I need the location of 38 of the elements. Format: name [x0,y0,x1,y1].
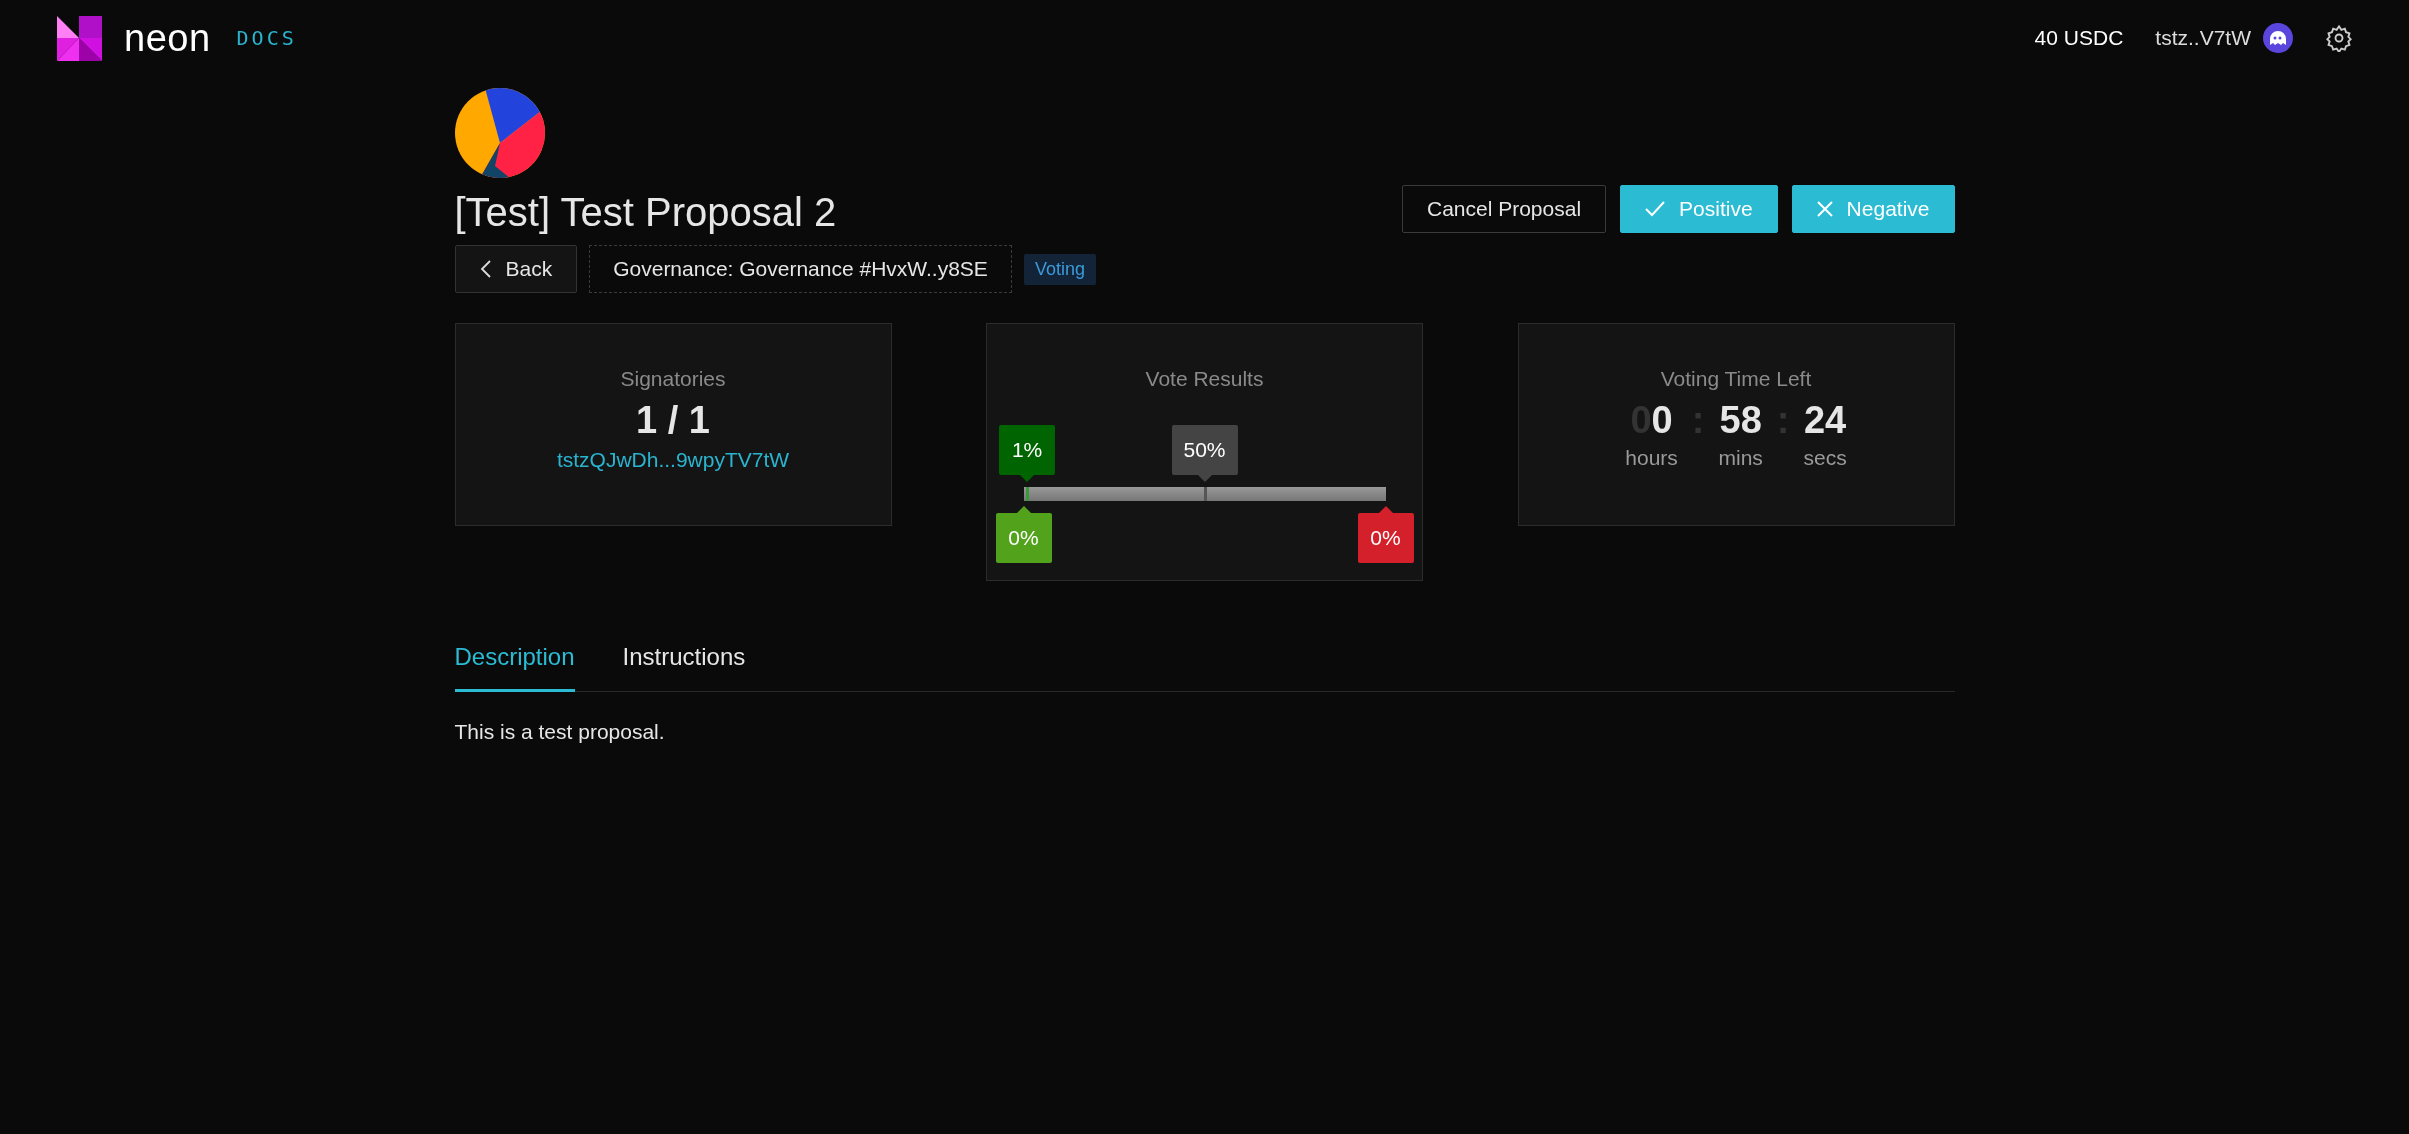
pointer-icon [1197,475,1212,482]
threshold-label: 1% [999,425,1056,475]
time-unit: mins [1718,446,1763,470]
time-value: 24 [1803,399,1847,442]
tab[interactable]: Instructions [622,631,746,692]
governance-label: Governance: Governance #HvxW..y8SE [589,245,1012,293]
time-unit: secs [1803,446,1847,470]
card-title: Voting Time Left [1660,367,1812,391]
settings-icon[interactable] [2325,24,2353,52]
proposal-title: [Test] Test Proposal 2 [454,190,838,235]
status-tag: Voting [1023,253,1096,285]
card-title: Vote Results [1145,367,1264,391]
colon-separator: : [1776,399,1790,443]
colon-separator: : [1691,399,1705,443]
result-label: 0% [995,513,1052,563]
card-title: Signatories [620,367,726,391]
result-label: 0% [1357,513,1414,563]
time-value: 58 [1719,399,1762,442]
cancel-button[interactable]: Cancel Proposal [1402,185,1607,233]
chevron-left-icon [479,260,492,278]
docs-link[interactable]: DOCS [236,26,297,50]
check-icon [1645,201,1666,217]
pointer-icon [1016,506,1031,513]
logo-icon [57,15,102,61]
description-text: This is a test proposal. [454,720,666,744]
tab[interactable]: Description [454,631,575,692]
signatory-address-link[interactable]: tstzQJwDh...9wpyTV7tW [556,448,790,472]
close-icon [1816,201,1833,217]
time-unit: hours [1625,446,1678,470]
brand-name: neon [124,16,211,60]
pointer-icon [1378,506,1393,513]
ghost-icon [2263,23,2293,53]
signatory-count: 1 / 1 [636,399,710,442]
wallet-button[interactable]: tstz..V7tW [2155,23,2293,53]
pointer-icon [1020,475,1035,482]
threshold-label: 50% [1171,425,1238,475]
back-button[interactable]: Back [454,245,578,293]
balance: 40 USDC [2034,26,2124,50]
